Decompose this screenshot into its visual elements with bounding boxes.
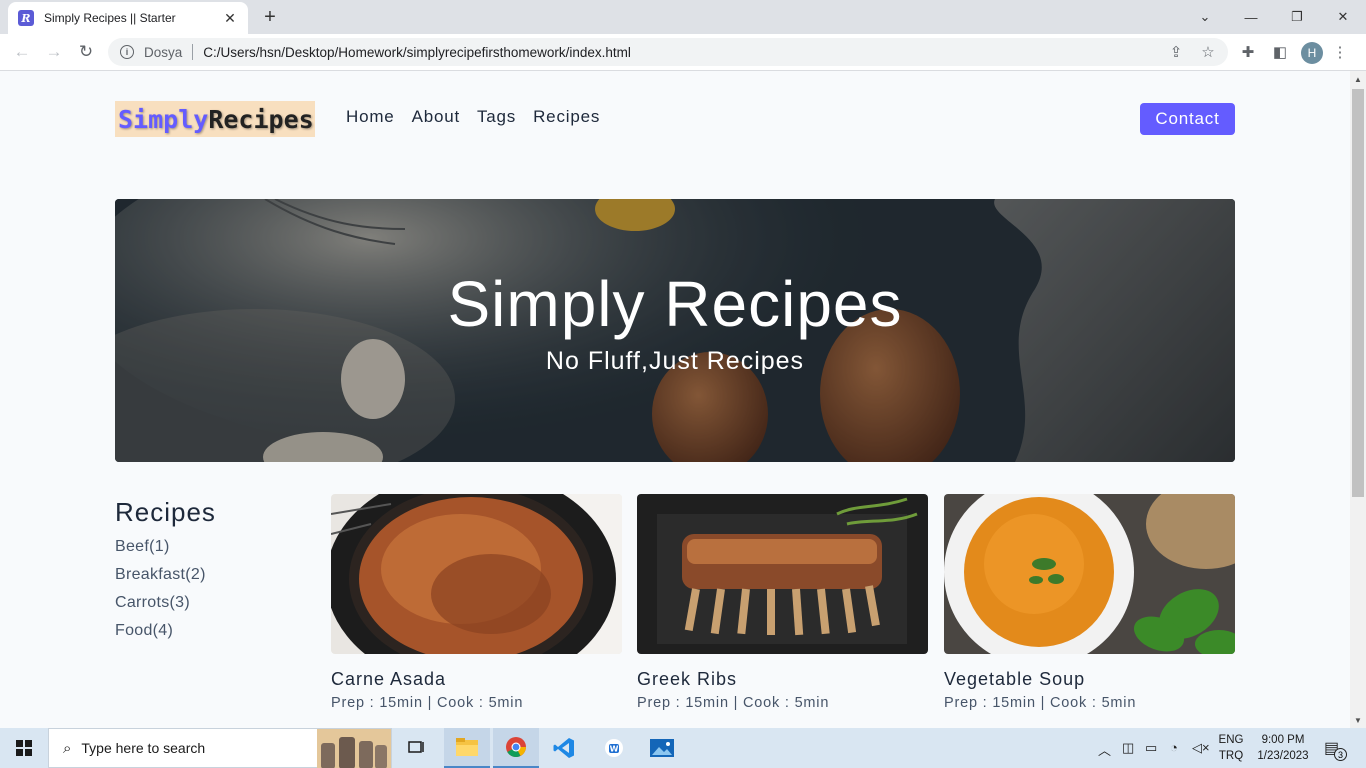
taskbar-search-placeholder: Type here to search xyxy=(81,740,206,756)
svg-text:W: W xyxy=(610,745,619,754)
recipe-meta: Prep : 15min | Cook : 5min xyxy=(944,695,1137,711)
hero-banner: Simply Recipes No Fluff,Just Recipes xyxy=(115,199,1235,462)
new-tab-plus-icon[interactable]: + xyxy=(258,6,282,28)
meet-now-icon[interactable]: ◫ xyxy=(1122,740,1134,756)
file-explorer-icon[interactable] xyxy=(444,728,490,768)
notification-count-badge: 3 xyxy=(1334,748,1347,761)
extensions-puzzle-icon[interactable]: ✚ xyxy=(1234,38,1262,66)
address-bar[interactable]: i Dosya C:/Users/hsn/Desktop/Homework/si… xyxy=(108,38,1228,66)
tab-search-chevron-icon[interactable]: ⌄ xyxy=(1182,0,1228,34)
forward-arrow-icon[interactable]: → xyxy=(42,40,66,64)
tab-close-icon[interactable]: ✕ xyxy=(222,10,238,27)
tag-link-breakfast[interactable]: Breakfast(2) xyxy=(115,566,206,594)
recipe-meta: Prep : 15min | Cook : 5min xyxy=(637,695,830,711)
page-viewport: Simply Recipes Home About Tags Recipes Co… xyxy=(0,71,1350,728)
sidebar-title: Recipes xyxy=(115,497,216,527)
language-indicator[interactable]: ENG TRQ xyxy=(1214,732,1248,764)
site-favicon-icon: R xyxy=(18,10,34,26)
browser-tab[interactable]: R Simply Recipes || Starter ✕ xyxy=(8,2,248,34)
logo-part-recipes: Recipes xyxy=(208,104,314,134)
browser-tabstrip: R Simply Recipes || Starter ✕ + ⌄ — ❐ ✕ xyxy=(0,0,1366,34)
nav-link-about[interactable]: About xyxy=(412,107,460,127)
photos-icon[interactable] xyxy=(639,728,685,768)
window-close-icon[interactable]: ✕ xyxy=(1320,0,1366,34)
task-view-icon[interactable] xyxy=(394,728,440,768)
language-bottom: TRQ xyxy=(1218,750,1244,762)
vscode-icon[interactable] xyxy=(541,728,587,768)
recipe-title: Carne Asada xyxy=(331,669,447,689)
restore-icon[interactable]: ❐ xyxy=(1274,0,1320,34)
share-icon[interactable]: ⇪ xyxy=(1162,38,1190,66)
search-highlight-image xyxy=(317,729,391,768)
app-w-icon[interactable]: W xyxy=(591,728,637,768)
bookmark-star-icon[interactable]: ☆ xyxy=(1194,38,1222,66)
recipe-title: Greek Ribs xyxy=(637,669,738,689)
recipe-image-carne-asada xyxy=(331,494,622,654)
chrome-icon[interactable] xyxy=(493,728,539,768)
contact-button[interactable]: Contact xyxy=(1140,103,1235,135)
address-origin: Dosya xyxy=(144,44,183,60)
address-separator xyxy=(192,44,194,60)
back-arrow-icon[interactable]: ← xyxy=(10,40,34,64)
minimize-icon[interactable]: — xyxy=(1228,0,1274,34)
tag-list: Beef(1) Breakfast(2) Carrots(3) Food(4) xyxy=(115,538,206,650)
tab-title: Simply Recipes || Starter xyxy=(44,11,176,25)
battery-icon[interactable]: ▭ xyxy=(1145,740,1157,756)
clock[interactable]: 9:00 PM 1/23/2023 xyxy=(1252,732,1314,764)
browser-toolbar: ← → ↻ i Dosya C:/Users/hsn/Desktop/Homew… xyxy=(0,34,1366,71)
windows-taskbar: ⌕ Type here to search W ︿ ◫ ▭ ◔ ◁× ENG T… xyxy=(0,728,1366,768)
recipe-meta: Prep : 15min | Cook : 5min xyxy=(331,695,524,711)
scroll-thumb[interactable] xyxy=(1352,89,1364,497)
search-icon: ⌕ xyxy=(63,739,72,757)
profile-avatar[interactable]: H xyxy=(1301,42,1323,64)
site-nav: Home About Tags Recipes xyxy=(346,107,600,127)
page-scrollbar[interactable]: ▲ ▼ xyxy=(1350,71,1366,728)
tag-link-food[interactable]: Food(4) xyxy=(115,622,206,650)
nav-link-home[interactable]: Home xyxy=(346,107,395,127)
recipe-title: Vegetable Soup xyxy=(944,669,1086,689)
side-panel-icon[interactable]: ◧ xyxy=(1266,38,1294,66)
address-url: C:/Users/hsn/Desktop/Homework/simplyreci… xyxy=(203,44,631,60)
network-icon[interactable]: ◔ xyxy=(1170,740,1178,755)
tag-link-carrots[interactable]: Carrots(3) xyxy=(115,594,206,622)
nav-link-tags[interactable]: Tags xyxy=(477,107,516,127)
windows-start-icon[interactable] xyxy=(0,728,48,768)
clock-date: 1/23/2023 xyxy=(1257,750,1309,762)
recipe-card[interactable]: Greek Ribs Prep : 15min | Cook : 5min xyxy=(637,494,928,711)
hero-subtitle: No Fluff,Just Recipes xyxy=(545,347,805,375)
clock-time: 9:00 PM xyxy=(1261,734,1305,746)
browser-menu-icon[interactable]: ⋮ xyxy=(1326,38,1354,66)
site-info-icon[interactable]: i xyxy=(120,45,134,59)
scroll-down-arrow-icon[interactable]: ▼ xyxy=(1350,712,1366,728)
recipe-image-greek-ribs xyxy=(637,494,928,654)
logo-part-simply: Simply xyxy=(118,104,209,134)
nav-link-recipes[interactable]: Recipes xyxy=(533,107,600,127)
hero-title: Simply Recipes xyxy=(447,268,903,340)
scroll-up-arrow-icon[interactable]: ▲ xyxy=(1350,71,1366,87)
tag-link-beef[interactable]: Beef(1) xyxy=(115,538,206,566)
language-top: ENG xyxy=(1218,734,1244,746)
tray-chevron-up-icon[interactable]: ︿ xyxy=(1098,740,1111,759)
site-logo[interactable]: Simply Recipes xyxy=(115,101,315,137)
recipe-card[interactable]: Carne Asada Prep : 15min | Cook : 5min xyxy=(331,494,622,711)
reload-icon[interactable]: ↻ xyxy=(74,40,98,64)
volume-muted-icon[interactable]: ◁× xyxy=(1192,740,1210,756)
recipe-card[interactable]: Vegetable Soup Prep : 15min | Cook : 5mi… xyxy=(944,494,1235,711)
taskbar-search-box[interactable]: ⌕ Type here to search xyxy=(48,728,392,768)
recipe-image-vegetable-soup xyxy=(944,494,1235,654)
